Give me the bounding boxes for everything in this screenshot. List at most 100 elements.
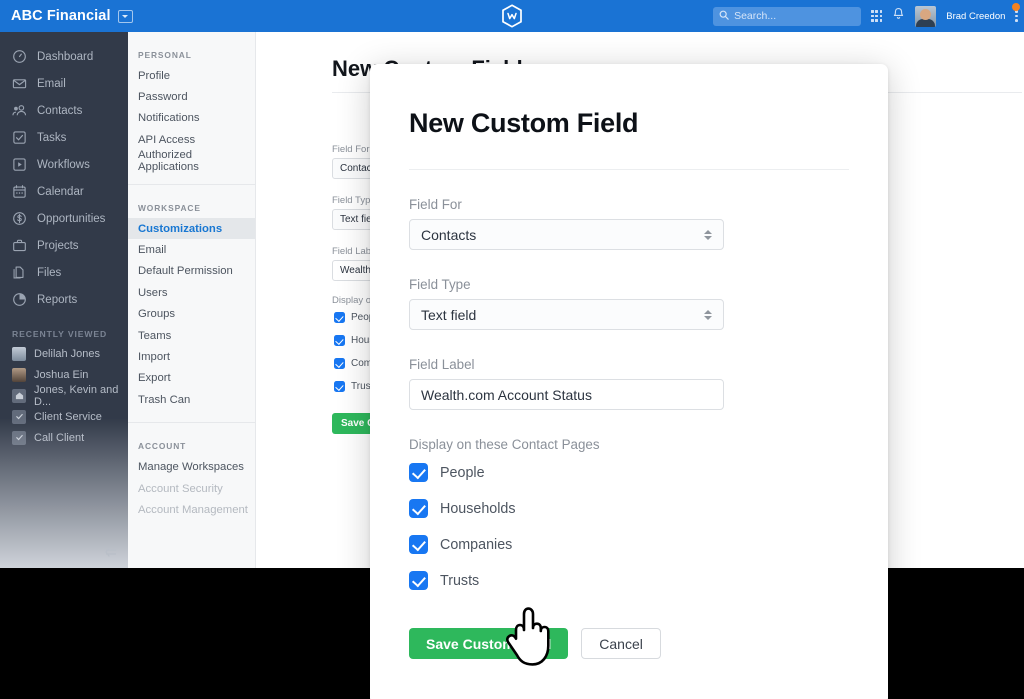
recently-viewed-label: Jones, Kevin and D...	[34, 383, 119, 408]
sidebar-item-opportunities[interactable]: Opportunities	[0, 205, 128, 232]
settings-nav-item-groups[interactable]: Groups	[128, 304, 255, 325]
checkbox-checked-icon	[334, 312, 345, 323]
grid-apps-icon[interactable]	[871, 10, 883, 22]
field-for-select[interactable]: Contacts	[409, 219, 724, 250]
notification-dot	[1012, 3, 1020, 11]
settings-section-title: PERSONAL	[138, 50, 192, 60]
recently-viewed-label: Client Service	[34, 410, 102, 423]
field-for-label: Field For	[409, 197, 462, 212]
household-icon	[12, 388, 26, 403]
chevron-down-icon[interactable]	[117, 9, 133, 23]
cancel-button[interactable]: Cancel	[581, 628, 661, 659]
wealthbox-hexagon-logo[interactable]	[499, 3, 525, 29]
workspace-brand[interactable]: ABC Financial	[11, 8, 133, 24]
display-pages-label: Display on these Contact Pages	[409, 437, 600, 452]
settings-nav-item-manage-workspaces[interactable]: Manage Workspaces	[128, 456, 255, 477]
checkbox-label: Trusts	[440, 572, 480, 589]
search-input[interactable]: Search...	[713, 6, 862, 26]
list-item[interactable]: Client Service	[0, 406, 128, 427]
people-icon	[12, 103, 27, 118]
field-type-label: Field Type	[409, 277, 471, 292]
sidebar-item-label: Calendar	[37, 185, 84, 198]
save-custom-field-button[interactable]: Save Custom Field	[409, 628, 569, 659]
collapse-sidebar-icon[interactable]	[104, 546, 118, 560]
field-for-value: Contacts	[421, 226, 477, 243]
list-item[interactable]: Jones, Kevin and D...	[0, 383, 128, 408]
list-item[interactable]: Call Client	[0, 427, 128, 448]
sidebar-item-label: Contacts	[37, 104, 83, 117]
checkbox-label: Households	[440, 500, 516, 517]
settings-section-title: ACCOUNT	[138, 441, 187, 452]
vertical-dots-icon[interactable]	[1015, 10, 1018, 22]
checkbox-trusts[interactable]: Trusts	[409, 571, 849, 590]
settings-nav-item-users[interactable]: Users	[128, 282, 255, 303]
settings-nav-item-trash-can[interactable]: Trash Can	[128, 389, 255, 410]
settings-nav-item-customizations[interactable]: Customizations	[128, 217, 255, 240]
checkbox-checked-icon	[409, 499, 428, 518]
pie-chart-icon	[12, 292, 27, 307]
divider	[128, 183, 255, 185]
modal-form: Field For Contacts Field Type Text field…	[409, 197, 849, 590]
task-check-icon	[12, 409, 26, 424]
settings-nav-item-profile[interactable]: Profile	[128, 65, 255, 86]
sidebar-item-email[interactable]: Email	[0, 70, 128, 97]
checkbox-checked-icon	[409, 571, 428, 590]
top-bar: ABC Financial Search... Brad Creedon	[0, 0, 1024, 32]
checkbox-icon	[12, 130, 27, 145]
field-type-select[interactable]: Text field	[409, 299, 724, 330]
checkbox-companies[interactable]: Companies	[409, 535, 849, 554]
workspace-brand-label: ABC Financial	[11, 8, 111, 24]
search-icon	[719, 7, 729, 25]
settings-nav-item-api-access[interactable]: API Access	[128, 129, 255, 150]
settings-nav-item-default-permission[interactable]: Default Permission	[128, 261, 255, 282]
settings-nav-item-account-management: Account Management	[138, 503, 248, 516]
settings-nav-item-email[interactable]: Email	[128, 239, 255, 260]
search-placeholder: Search...	[734, 10, 777, 22]
app-body: Dashboard Email Contacts Tasks Workflows…	[0, 32, 1024, 699]
settings-nav-item-import[interactable]: Import	[128, 346, 255, 367]
sidebar-item-label: Workflows	[37, 158, 90, 171]
divider	[128, 422, 255, 424]
checkbox-label: Companies	[440, 536, 513, 553]
field-label-label: Field Label	[409, 357, 475, 372]
bell-icon[interactable]	[892, 7, 905, 26]
gauge-icon	[12, 49, 27, 64]
sidebar-item-calendar[interactable]: Calendar	[0, 178, 128, 205]
sidebar-item-label: Email	[37, 77, 66, 90]
recently-viewed-label: Delilah Jones	[34, 347, 101, 360]
sidebar-item-reports[interactable]: Reports	[0, 286, 128, 313]
avatar[interactable]	[915, 5, 937, 27]
checkbox-households[interactable]: Households	[409, 499, 849, 518]
play-square-icon	[12, 157, 27, 172]
settings-nav-item-export[interactable]: Export	[128, 368, 255, 389]
settings-nav: PERSONAL Profile Password Notifications …	[128, 32, 256, 568]
sidebar-item-workflows[interactable]: Workflows	[0, 151, 128, 178]
sidebar-item-label: Dashboard	[37, 50, 94, 63]
checkbox-checked-icon	[334, 381, 345, 392]
sidebar-item-projects[interactable]: Projects	[0, 232, 128, 259]
recently-viewed-label: Joshua Ein	[34, 368, 89, 381]
sidebar-item-dashboard[interactable]: Dashboard	[0, 43, 128, 70]
checkbox-people[interactable]: People	[409, 463, 849, 482]
settings-section-title: WORKSPACE	[138, 202, 201, 213]
settings-nav-item-teams[interactable]: Teams	[128, 325, 255, 346]
settings-nav-item-authorized-applications[interactable]: Authorized Applications	[128, 149, 255, 173]
list-item[interactable]: Delilah Jones	[0, 343, 128, 364]
field-label-input[interactable]	[409, 379, 724, 410]
select-stepper-arrows-icon	[704, 229, 712, 240]
settings-nav-item-password[interactable]: Password	[128, 86, 255, 107]
sidebar-item-label: Reports	[37, 293, 78, 306]
modal-footer: Save Custom Field Cancel	[370, 606, 888, 699]
recently-viewed-title: RECENTLY VIEWED	[12, 329, 108, 339]
task-check-icon	[12, 430, 26, 445]
sidebar-item-label: Opportunities	[37, 212, 106, 225]
settings-nav-item-account-security: Account Security	[138, 482, 223, 495]
bg-field-for-label: Field For	[332, 144, 370, 155]
sidebar-item-files[interactable]: Files	[0, 259, 128, 286]
sidebar-item-contacts[interactable]: Contacts	[0, 97, 128, 124]
sidebar-item-tasks[interactable]: Tasks	[0, 124, 128, 151]
list-item[interactable]: Joshua Ein	[0, 364, 128, 385]
contact-photo	[12, 367, 26, 382]
settings-nav-item-notifications[interactable]: Notifications	[128, 108, 255, 129]
dollar-circle-icon	[12, 211, 27, 226]
